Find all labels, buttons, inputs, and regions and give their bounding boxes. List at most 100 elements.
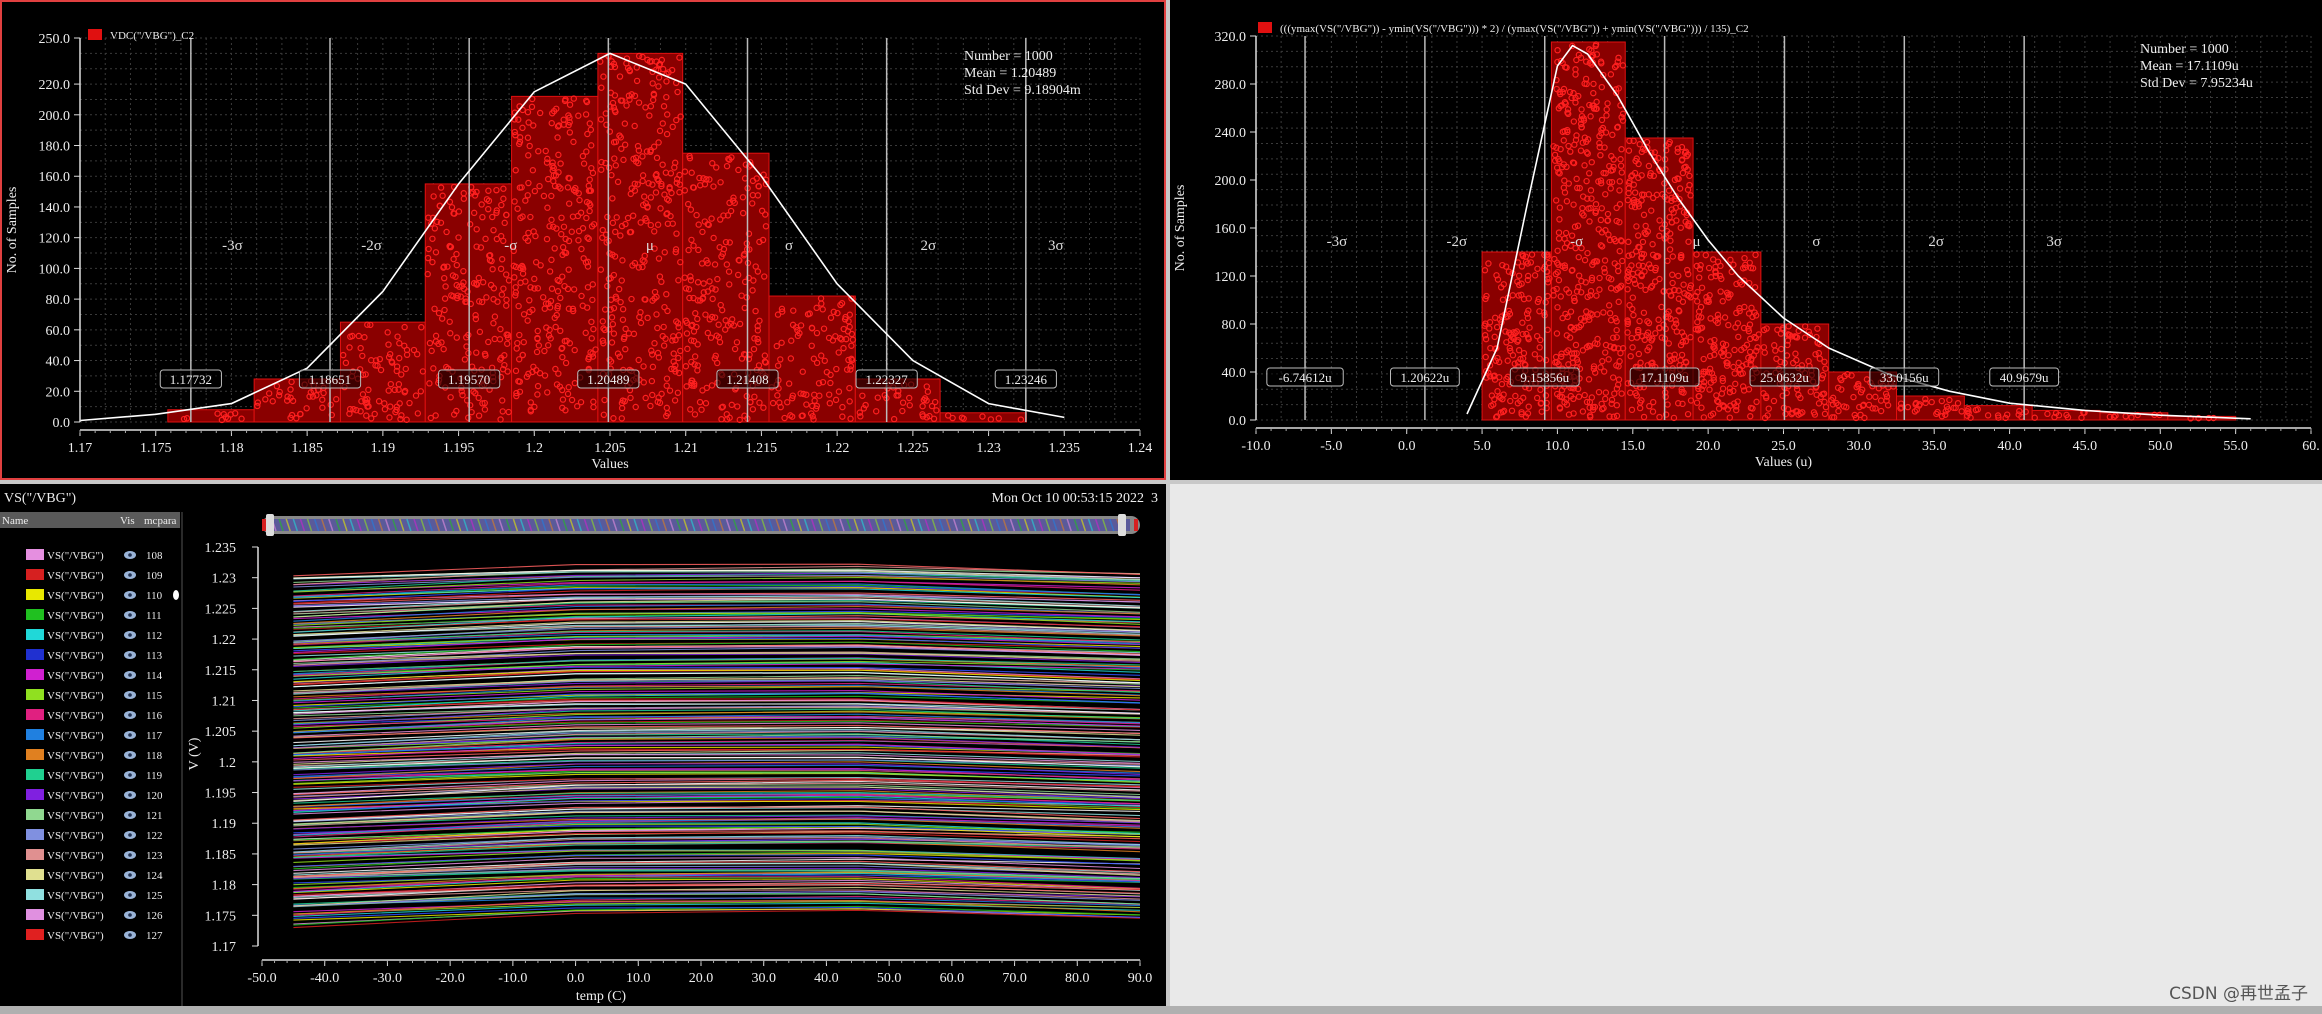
signal-color-swatch	[26, 809, 44, 820]
x-axis-label: Values	[591, 457, 628, 472]
signal-color-swatch	[26, 669, 44, 680]
sigma-value-label: 1.17732	[170, 372, 212, 387]
signal-list-item[interactable]: VS("/VBG") 111	[26, 609, 162, 622]
y-tick-label: 1.2	[219, 756, 237, 771]
sigma-value-label: 40.9679u	[2000, 370, 2049, 385]
page-number: 3	[1151, 491, 1158, 506]
x-tick-label: 0.0	[567, 971, 585, 986]
signal-list-column: Vis	[120, 515, 135, 527]
signal-list-item[interactable]: VS("/VBG") 108	[26, 549, 163, 562]
signal-name: VS("/VBG")	[47, 550, 104, 562]
signal-id: 113	[146, 650, 163, 662]
y-axis-label: No. of Samples	[5, 187, 20, 274]
y-tick-label: 320.0	[1215, 30, 1247, 45]
signal-id: 114	[146, 670, 163, 682]
eye-icon-pupil	[128, 653, 132, 657]
x-tick-label: 1.185	[291, 441, 323, 456]
y-tick-label: 120.0	[1215, 270, 1247, 285]
signal-list-item[interactable]: VS("/VBG") 123	[26, 849, 163, 862]
signal-list-item[interactable]: VS("/VBG") 121	[26, 809, 163, 822]
sigma-value-label: 1.20622u	[1401, 370, 1450, 385]
signal-color-swatch	[26, 929, 44, 940]
signal-list-item[interactable]: VS("/VBG") 113	[26, 649, 163, 662]
y-tick-label: 140.0	[39, 201, 71, 216]
signal-list-item[interactable]: VS("/VBG") 109	[26, 569, 163, 582]
signal-color-swatch	[26, 589, 44, 600]
signal-list-item[interactable]: VS("/VBG") 112	[26, 629, 162, 642]
eye-icon-pupil	[128, 713, 132, 717]
signal-list-item[interactable]: VS("/VBG") 110	[26, 589, 163, 602]
sigma-label: σ	[1812, 234, 1820, 250]
y-tick-label: 160.0	[39, 170, 71, 185]
eye-icon-pupil	[128, 833, 132, 837]
x-tick-label: 1.225	[897, 441, 929, 456]
signal-list-item[interactable]: VS("/VBG") 124	[26, 869, 163, 882]
x-tick-label: 15.0	[1621, 439, 1646, 454]
y-tick-label: 1.235	[205, 541, 237, 556]
signal-list-item[interactable]: VS("/VBG") 122	[26, 829, 163, 842]
signal-list-item[interactable]: VS("/VBG") 116	[26, 709, 163, 722]
signal-color-swatch	[26, 749, 44, 760]
x-tick-label: 70.0	[1002, 971, 1027, 986]
y-axis-label: V (V)	[187, 737, 202, 770]
y-tick-label: 280.0	[1215, 78, 1247, 93]
y-tick-label: 1.23	[212, 572, 237, 587]
signal-name: VS("/VBG")	[47, 810, 104, 822]
x-tick-label: 1.22	[825, 441, 850, 456]
x-tick-label: -50.0	[247, 971, 276, 986]
waveform-panel[interactable]: VS("/VBG") Mon Oct 10 00:53:15 2022 3 Name V…	[0, 484, 1166, 1006]
signal-name: VS("/VBG")	[47, 930, 104, 942]
y-tick-label: 0.0	[53, 416, 71, 431]
y-tick-label: 20.0	[46, 385, 71, 400]
x-tick-label: 1.18	[219, 441, 244, 456]
signal-list-item[interactable]: VS("/VBG") 127	[26, 929, 163, 942]
sigma-value-label: 1.19570	[448, 372, 490, 387]
x-tick-label: 1.195	[443, 441, 475, 456]
x-tick-label: -30.0	[373, 971, 402, 986]
signal-color-swatch	[26, 849, 44, 860]
signal-color-swatch	[26, 569, 44, 580]
sigma-label: -σ	[1570, 234, 1583, 250]
signal-list-column: Name	[2, 515, 28, 527]
signal-id: 127	[146, 930, 163, 942]
signal-list-item[interactable]: VS("/VBG") 114	[26, 669, 163, 682]
x-tick-label: 1.17	[68, 441, 93, 456]
scrollbar-left-marker	[262, 519, 266, 531]
signal-color-swatch	[26, 789, 44, 800]
x-tick-label: 90.0	[1128, 971, 1153, 986]
x-axis-label: temp (C)	[576, 989, 626, 1004]
signal-list-item[interactable]: VS("/VBG") 115	[26, 689, 163, 702]
signal-list-item[interactable]: VS("/VBG") 120	[26, 789, 163, 802]
signal-name: VS("/VBG")	[47, 670, 104, 682]
x-tick-label: 35.0	[1922, 439, 1947, 454]
sigma-value-label: 1.23246	[1005, 372, 1048, 387]
signal-color-swatch	[26, 909, 44, 920]
y-tick-label: 220.0	[39, 78, 71, 93]
histogram-panel-ratio[interactable]: -3σ -2σ -σ μ σ 2σ 3σ -6.74612u 1.20622u 9.15856u 1…	[1170, 0, 2322, 480]
signal-id: 122	[146, 830, 163, 842]
eye-icon-pupil	[128, 633, 132, 637]
signal-name: VS("/VBG")	[47, 650, 104, 662]
signal-name: VS("/VBG")	[47, 850, 104, 862]
signal-name: VS("/VBG")	[47, 750, 104, 762]
histogram-panel-vdc[interactable]: -3σ -2σ -σ μ σ 2σ 3σ 1.17732 1.18651 1.19570 1.204…	[0, 0, 1166, 480]
signal-list-item[interactable]: VS("/VBG") 118	[26, 749, 163, 762]
x-tick-label: 1.21	[673, 441, 698, 456]
waveform-trace	[293, 815, 1141, 830]
signal-list-item[interactable]: VS("/VBG") 125	[26, 889, 163, 902]
signal-list-item[interactable]: VS("/VBG") 117	[26, 729, 163, 742]
stat-line: Std Dev = 9.18904m	[964, 83, 1081, 98]
x-scrollbar[interactable]	[262, 514, 1140, 536]
signal-name: VS("/VBG")	[47, 730, 104, 742]
signal-id: 116	[146, 710, 163, 722]
y-tick-label: 240.0	[1215, 126, 1247, 141]
signal-id: 115	[146, 690, 163, 702]
signal-list-item[interactable]: VS("/VBG") 126	[26, 909, 163, 922]
y-tick-label: 1.175	[205, 909, 237, 924]
signal-list-item[interactable]: VS("/VBG") 119	[26, 769, 163, 782]
signal-name: VS("/VBG")	[47, 790, 104, 802]
x-tick-label: 20.0	[689, 971, 714, 986]
y-tick-label: 40.0	[1222, 366, 1247, 381]
sigma-value-label: 1.20489	[587, 372, 629, 387]
y-tick-label: 1.17	[212, 940, 237, 955]
